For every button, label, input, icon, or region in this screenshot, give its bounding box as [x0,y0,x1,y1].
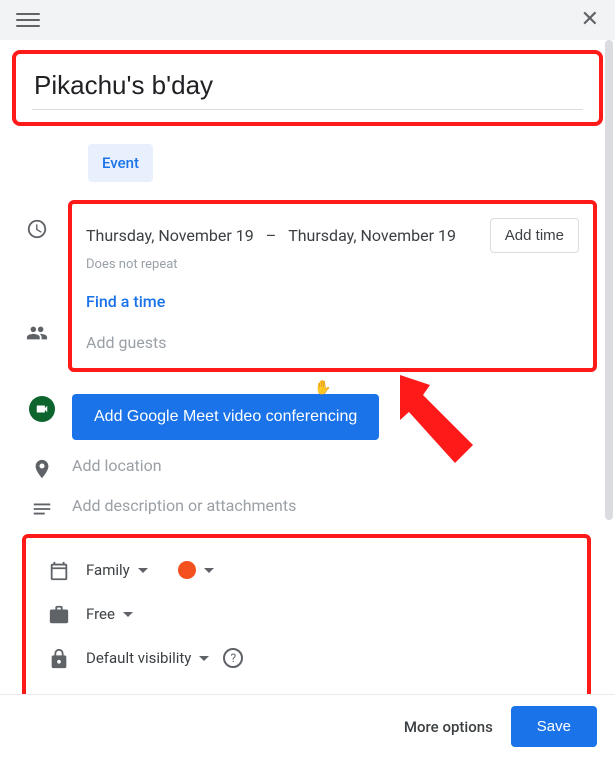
scrollbar[interactable] [605,40,613,520]
availability-select[interactable]: Free [86,605,581,623]
availability-label: Free [86,605,115,623]
tab-event[interactable]: Event [88,144,153,182]
chevron-down-icon [138,568,148,573]
visibility-select[interactable]: Default visibility ? [86,648,581,668]
datetime-highlight-box: Thursday, November 19 – Thursday, Novemb… [68,200,597,372]
menu-icon[interactable] [16,8,40,32]
find-time-link[interactable]: Find a time [86,292,579,311]
visibility-label: Default visibility [86,649,191,667]
end-date[interactable]: Thursday, November 19 [288,226,456,245]
more-options-button[interactable]: More options [404,718,493,736]
close-icon[interactable]: ✕ [581,9,599,31]
help-icon[interactable]: ? [223,648,243,668]
footer: More options Save [0,694,615,758]
meet-icon [29,396,55,422]
location-row: Add location [12,448,603,488]
chevron-down-icon [204,568,214,573]
description-row: Add description or attachments [12,488,603,528]
chevron-down-icon [199,656,209,661]
people-icon [26,322,48,348]
save-button[interactable]: Save [511,706,597,747]
briefcase-icon [32,602,86,626]
title-highlight-box [12,50,603,126]
meet-row: Add Google Meet video conferencing [12,386,603,448]
description-icon [12,496,72,520]
calendar-icon [32,558,86,582]
add-meet-button[interactable]: Add Google Meet video conferencing [72,394,379,440]
calendar-name: Family [86,561,130,579]
topbar: ✕ [0,0,615,40]
event-editor-panel: Event Thursday, November 19 – Thursday, … [0,40,615,742]
start-date[interactable]: Thursday, November 19 [86,226,254,245]
title-input[interactable] [32,64,583,110]
tab-row: Event [12,144,603,182]
calendar-select[interactable]: Family [86,561,581,579]
lock-icon [32,646,86,670]
add-time-button[interactable]: Add time [490,218,579,253]
location-icon [12,456,72,480]
date-separator: – [266,226,277,245]
chevron-down-icon [123,612,133,617]
description-input[interactable]: Add description or attachments [72,496,603,515]
add-guests-input[interactable]: Add guests [86,333,579,352]
clock-icon [26,218,48,244]
calendar-color-dot[interactable] [178,561,196,579]
location-input[interactable]: Add location [72,456,603,475]
recurrence-text[interactable]: Does not repeat [86,257,579,272]
